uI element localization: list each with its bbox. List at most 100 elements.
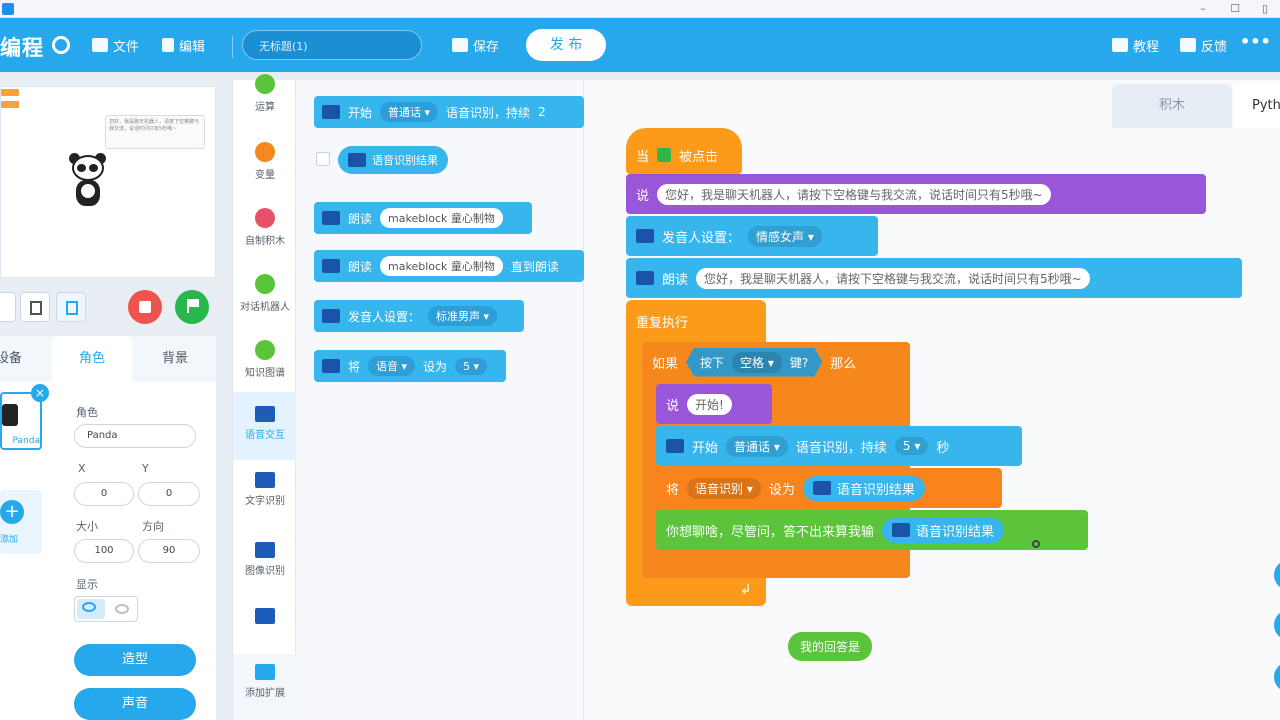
category-my-blocks[interactable]: 自制积木 — [233, 208, 297, 247]
say-text-input[interactable]: 您好，我是聊天机器人，请按下空格键与我交流，说话时间只有5秒哦~ — [657, 183, 1051, 205]
say-start-block[interactable]: 说 开始! — [656, 384, 772, 424]
palette-start-recognition-block[interactable]: 开始 普通话 ▾ 语音识别，持续 2 — [314, 96, 584, 128]
direction-input[interactable]: 90 — [138, 539, 200, 563]
image-ext-icon — [255, 542, 275, 558]
sprite-name-input[interactable]: Panda — [74, 424, 196, 448]
stop-icon — [139, 301, 151, 313]
stop-button[interactable] — [128, 290, 162, 324]
palette-voice-setting-block[interactable]: 发音人设置： 标准男声 ▾ — [314, 300, 524, 332]
voice-setting-block[interactable]: 发音人设置： 情感女声 ▾ — [626, 216, 878, 256]
publish-button[interactable]: 发 布 — [526, 29, 606, 61]
palette-recognition-result-reporter[interactable]: 语音识别结果 — [338, 146, 448, 174]
zoom-in-button[interactable] — [1274, 560, 1280, 590]
small-stage-button[interactable] — [0, 292, 16, 322]
category-variables[interactable]: 变量 — [233, 142, 297, 181]
edit-menu[interactable]: 编辑 — [162, 34, 205, 56]
project-name-input[interactable]: 无标题(1) — [242, 30, 422, 60]
zoom-out-button[interactable] — [1274, 610, 1280, 640]
category-image-recognition[interactable]: 图像识别 — [233, 542, 297, 577]
tab-blocks[interactable]: 积木 — [1112, 84, 1232, 128]
feedback-button[interactable]: 反馈 — [1180, 34, 1227, 56]
variable-monitor — [1, 89, 19, 96]
close-window-button[interactable]: ▯ — [1250, 0, 1280, 18]
tab-device[interactable]: 设备 — [0, 336, 42, 382]
fullscreen-button[interactable] — [56, 292, 86, 322]
loop-arrow-icon: ↲ — [740, 582, 752, 598]
language-button[interactable] — [52, 34, 70, 56]
category-operators[interactable]: 运算 — [233, 74, 297, 113]
text-input[interactable]: makeblock 童心制物 — [380, 256, 503, 276]
recognition-result-reporter[interactable]: 语音识别结果 — [882, 517, 1005, 543]
visibility-toggle — [74, 596, 138, 622]
voice-ext-icon — [636, 229, 654, 243]
duration-dropdown[interactable]: 5 ▾ — [894, 437, 929, 455]
stage-canvas[interactable]: 您好，我是聊天机器人，请按下空格键与我交流，说话时间只有5秒哦~ — [0, 86, 216, 278]
key-pressed-condition[interactable]: 按下 空格 ▾ 键? — [686, 348, 822, 377]
tab-python[interactable]: Pyth — [1234, 84, 1280, 128]
zoom-reset-button[interactable] — [1274, 662, 1280, 692]
voice-ext-icon — [322, 259, 340, 273]
costume-button[interactable]: 造型 — [74, 644, 196, 676]
voice-dropdown[interactable]: 情感女声 ▾ — [748, 225, 822, 247]
number-dropdown[interactable]: 5 ▾ — [455, 357, 488, 375]
dropdown-value: 5 — [902, 439, 911, 453]
key-dropdown[interactable]: 空格 ▾ — [732, 352, 782, 373]
language-dropdown[interactable]: 普通话 ▾ — [380, 102, 439, 122]
block-text: 开始 — [692, 440, 719, 456]
save-button[interactable]: 保存 — [452, 34, 499, 56]
recognition-result-reporter[interactable]: 语音识别结果 — [802, 475, 925, 501]
normal-stage-button[interactable] — [20, 292, 50, 322]
dropdown-value: 5 — [463, 359, 471, 373]
minimize-button[interactable]: – — [1188, 0, 1218, 18]
when-flag-clicked-block[interactable]: 当 被点击 — [626, 128, 742, 174]
panda-sprite[interactable] — [69, 153, 109, 211]
if-header: 如果 按下 空格 ▾ 键? 那么 — [642, 342, 910, 382]
delete-sprite-button[interactable]: × — [31, 384, 49, 402]
palette-read-block[interactable]: 朗读 makeblock 童心制物 — [314, 202, 532, 234]
category-text-recognition[interactable]: 文字识别 — [233, 472, 297, 507]
variable-dropdown[interactable]: 语音识别 ▾ — [687, 477, 761, 499]
category-voice[interactable]: 语音交互 — [233, 392, 297, 460]
script-workspace[interactable]: 积木 Pyth 当 被点击 说 您好，我是聊天机器人，请按下空格键与我交流，说话… — [584, 80, 1280, 720]
tutorial-button[interactable]: 教程 — [1112, 34, 1159, 56]
y-input[interactable]: 0 — [138, 482, 200, 506]
read-aloud-block[interactable]: 朗读 您好，我是聊天机器人，请按下空格键与我交流，说话时间只有5秒哦~ — [626, 258, 1242, 298]
x-input[interactable]: 0 — [74, 482, 134, 506]
operators-icon — [255, 74, 275, 94]
say-text-input[interactable]: 开始! — [687, 393, 732, 415]
tab-background[interactable]: 背景 — [142, 336, 208, 382]
text-input-value: 童心制物 — [450, 260, 495, 273]
eye-hidden-icon[interactable] — [115, 604, 129, 614]
voice-ext-icon — [322, 309, 340, 323]
tab-sprite[interactable]: 角色 — [52, 336, 132, 382]
category-chatbot[interactable]: 对话机器人 — [233, 274, 297, 313]
block-palette: 开始 普通话 ▾ 语音识别，持续 2 语音识别结果 朗读 makeblock 童… — [296, 80, 584, 720]
maximize-button[interactable]: ☐ — [1220, 0, 1250, 18]
set-variable-block[interactable]: 将 语音识别 ▾ 设为 语音识别结果 — [656, 468, 1002, 508]
text-input[interactable]: makeblock 童心制物 — [380, 208, 503, 228]
block-text: 2 — [538, 105, 546, 119]
variable-dropdown[interactable]: 语音 ▾ — [368, 356, 416, 376]
more-button[interactable]: ••• — [1240, 32, 1271, 51]
category-knowledge-graph[interactable]: 知识图谱 — [233, 340, 297, 379]
add-extension-icon — [255, 664, 275, 680]
join-text-block[interactable]: 你想聊啥，尽管问，答不出来算我输 语音识别结果 — [656, 510, 1088, 550]
reporter-checkbox[interactable] — [316, 152, 330, 166]
size-input[interactable]: 100 — [74, 539, 134, 563]
category-extension[interactable] — [233, 608, 297, 628]
language-dropdown[interactable]: 普通话 ▾ — [726, 435, 788, 457]
say-block[interactable]: 说 您好，我是聊天机器人，请按下空格键与我交流，说话时间只有5秒哦~ — [626, 174, 1206, 214]
block-text: 发音人设置： — [662, 230, 741, 246]
block-text: 将 — [348, 359, 361, 374]
palette-set-variable-block[interactable]: 将 语音 ▾ 设为 5 ▾ — [314, 350, 506, 382]
my-answer-reporter[interactable]: 我的回答是 — [788, 632, 873, 661]
read-text-input[interactable]: 您好，我是聊天机器人，请按下空格键与我交流，说话时间只有5秒哦~ — [696, 267, 1090, 289]
start-recognition-block[interactable]: 开始 普通话 ▾ 语音识别，持续 5 ▾ 秒 — [656, 426, 1022, 466]
green-flag-button[interactable] — [175, 290, 209, 324]
voice-dropdown[interactable]: 标准男声 ▾ — [428, 306, 498, 326]
sound-button[interactable]: 声音 — [74, 688, 196, 720]
add-extension-button[interactable]: 添加扩展 — [233, 654, 297, 720]
file-menu[interactable]: 文件 — [92, 34, 139, 56]
add-sprite-button[interactable]: + 添加 — [0, 490, 42, 554]
palette-read-until-done-block[interactable]: 朗读 makeblock 童心制物 直到朗读 — [314, 250, 584, 282]
